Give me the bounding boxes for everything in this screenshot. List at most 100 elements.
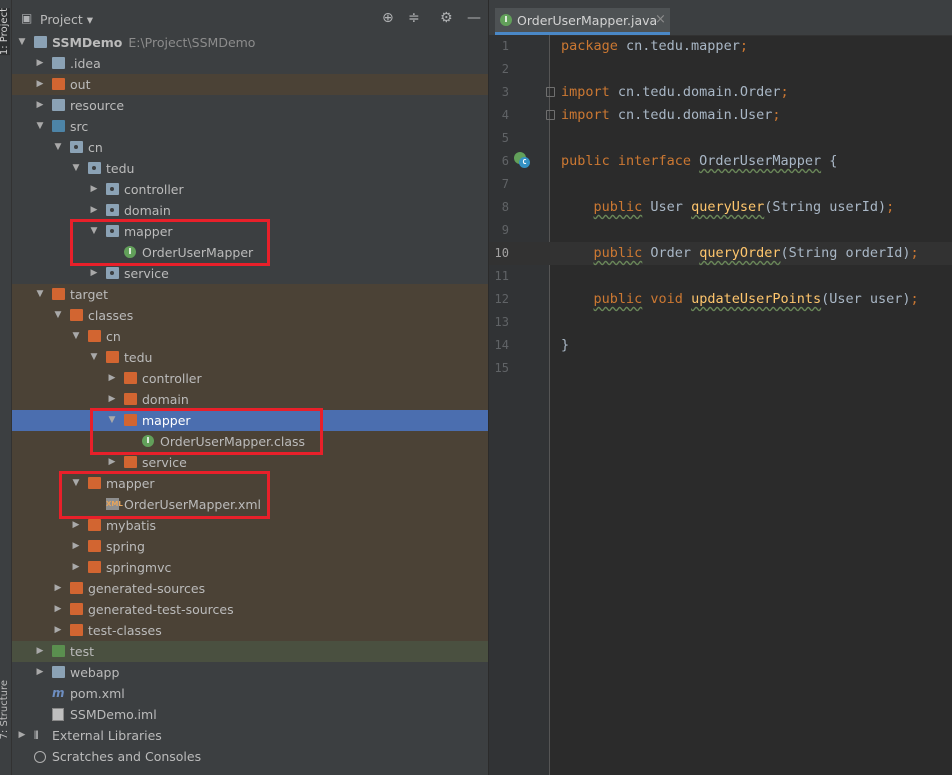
tree-item[interactable]: ▼ classes bbox=[12, 305, 488, 326]
tree-item[interactable]: ▶ controller bbox=[12, 179, 488, 200]
code-line[interactable]: 8 public User queryUser(String userId); bbox=[489, 196, 952, 219]
annotation-box-resource-mapper bbox=[59, 471, 270, 519]
tree-item[interactable]: ▶ generated-test-sources bbox=[12, 599, 488, 620]
chevron-down-icon[interactable]: ▼ bbox=[35, 116, 45, 137]
chevron-down-icon[interactable]: ▼ bbox=[71, 158, 81, 179]
tree-item[interactable]: ▶ controller bbox=[12, 368, 488, 389]
editor-tab-ordermapper[interactable]: I OrderUserMapper.java × bbox=[495, 8, 670, 35]
tree-item[interactable]: ▶ test-classes bbox=[12, 620, 488, 641]
chevron-right-icon[interactable]: ▶ bbox=[53, 578, 63, 599]
chevron-right-icon[interactable]: ▶ bbox=[107, 452, 117, 473]
editor-tab-bar: I OrderUserMapper.java × bbox=[489, 0, 952, 36]
chevron-right-icon[interactable]: ▶ bbox=[53, 620, 63, 641]
code-line[interactable]: 7 bbox=[489, 173, 952, 196]
line-number: 3 bbox=[501, 85, 509, 99]
test-folder-icon bbox=[52, 645, 65, 657]
chevron-right-icon[interactable]: ▶ bbox=[89, 200, 99, 221]
editor-tab-label: OrderUserMapper.java bbox=[517, 13, 658, 28]
tree-item[interactable]: ▶ .idea bbox=[12, 53, 488, 74]
tree-item[interactable]: m pom.xml bbox=[12, 683, 488, 704]
tree-item[interactable]: ▶ springmvc bbox=[12, 557, 488, 578]
chevron-right-icon[interactable]: ▶ bbox=[71, 557, 81, 578]
excluded-folder-icon bbox=[52, 78, 65, 90]
tree-item[interactable]: ▶ out bbox=[12, 74, 488, 95]
tree-item[interactable]: ▶ service bbox=[12, 452, 488, 473]
chevron-down-icon[interactable]: ▼ bbox=[89, 347, 99, 368]
chevron-right-icon[interactable]: ▶ bbox=[89, 263, 99, 284]
tree-item[interactable]: SSMDemo.iml bbox=[12, 704, 488, 725]
code-line[interactable]: 4 import cn.tedu.domain.User; bbox=[489, 104, 952, 127]
code-line[interactable]: 2 bbox=[489, 58, 952, 81]
tree-item[interactable]: ▼ target bbox=[12, 284, 488, 305]
code-text: import cn.tedu.domain.User; bbox=[561, 107, 781, 123]
code-line[interactable]: 5 bbox=[489, 127, 952, 150]
tree-item[interactable]: ▶ webapp bbox=[12, 662, 488, 683]
code-line[interactable]: 15 bbox=[489, 357, 952, 380]
chevron-right-icon[interactable]: ▶ bbox=[89, 179, 99, 200]
tree-item[interactable]: ▼ tedu bbox=[12, 158, 488, 179]
chevron-down-icon[interactable]: ▼ bbox=[35, 284, 45, 305]
structure-tool-tab[interactable]: 7: Structure bbox=[0, 680, 10, 739]
chevron-right-icon[interactable]: ▶ bbox=[107, 389, 117, 410]
code-line[interactable]: 14} bbox=[489, 334, 952, 357]
tree-item[interactable]: ▼ cn bbox=[12, 326, 488, 347]
tree-item[interactable]: ▶ domain bbox=[12, 389, 488, 410]
chevron-right-icon[interactable]: ▶ bbox=[35, 662, 45, 683]
folder-icon bbox=[52, 666, 65, 678]
tree-item-label: service bbox=[124, 266, 169, 281]
project-view-selector[interactable]: Project ▾ bbox=[40, 12, 93, 27]
code-line[interactable]: 1 package cn.tedu.mapper; bbox=[489, 35, 952, 58]
chevron-right-icon[interactable]: ▶ bbox=[35, 95, 45, 116]
tree-item-label: spring bbox=[106, 539, 145, 554]
line-number: 15 bbox=[494, 361, 509, 375]
chevron-right-icon[interactable]: ▶ bbox=[53, 599, 63, 620]
tree-item[interactable]: ▼ SSMDemo E:\Project\SSMDemo bbox=[12, 32, 488, 53]
code-text: import cn.tedu.domain.Order; bbox=[561, 84, 789, 100]
code-area[interactable]: 1 package cn.tedu.mapper; 2 3 import cn.tedu… bbox=[489, 35, 952, 380]
tree-item[interactable]: ▶ domain bbox=[12, 200, 488, 221]
tree-item[interactable]: ▶ spring bbox=[12, 536, 488, 557]
crosshair-icon[interactable]: ⊕ bbox=[382, 10, 394, 26]
code-line[interactable]: 11 bbox=[489, 265, 952, 288]
code-line[interactable]: 3 import cn.tedu.domain.Order; bbox=[489, 81, 952, 104]
tree-item[interactable]: ▶ generated-sources bbox=[12, 578, 488, 599]
fold-marker-icon[interactable] bbox=[546, 110, 555, 120]
minimize-icon[interactable]: — bbox=[467, 10, 481, 26]
code-line[interactable]: 9 bbox=[489, 219, 952, 242]
chevron-right-icon[interactable]: ▶ bbox=[107, 368, 117, 389]
tree-item[interactable]: ▼ src bbox=[12, 116, 488, 137]
excluded-folder-icon bbox=[52, 288, 65, 300]
tree-item[interactable]: ▶ resource bbox=[12, 95, 488, 116]
tree-item[interactable]: ▶ service bbox=[12, 263, 488, 284]
chevron-right-icon[interactable]: ▶ bbox=[71, 536, 81, 557]
chevron-down-icon[interactable]: ▼ bbox=[53, 137, 63, 158]
chevron-right-icon[interactable]: ▶ bbox=[35, 641, 45, 662]
code-line[interactable]: 12 public void updateUserPoints(User use… bbox=[489, 288, 952, 311]
chevron-right-icon[interactable]: ▶ bbox=[17, 725, 27, 746]
chevron-down-icon[interactable]: ▼ bbox=[53, 305, 63, 326]
project-tool-tab[interactable]: 1: Project bbox=[0, 8, 10, 56]
chevron-down-icon[interactable]: ▼ bbox=[17, 32, 27, 53]
chevron-down-icon[interactable]: ▼ bbox=[71, 326, 81, 347]
chevron-right-icon[interactable]: ▶ bbox=[35, 53, 45, 74]
tree-item-label: tedu bbox=[106, 161, 135, 176]
tree-item[interactable]: ▶ test bbox=[12, 641, 488, 662]
project-tree: ▼ SSMDemo E:\Project\SSMDemo ▶ .idea ▶ out ▶ res… bbox=[12, 32, 488, 767]
package-icon bbox=[106, 183, 119, 195]
chevron-right-icon[interactable]: ▶ bbox=[35, 74, 45, 95]
tree-item[interactable]: Scratches and Consoles bbox=[12, 746, 488, 767]
code-text: public User queryUser(String userId); bbox=[593, 199, 895, 215]
fold-marker-icon[interactable] bbox=[546, 87, 555, 97]
code-line[interactable]: 6 Cpublic interface OrderUserMapper { bbox=[489, 150, 952, 173]
tree-item[interactable]: ▼ tedu bbox=[12, 347, 488, 368]
module-folder-icon bbox=[34, 36, 47, 48]
collapse-icon[interactable]: ≑ bbox=[408, 10, 420, 26]
tree-item[interactable]: ▶ ⫴ External Libraries bbox=[12, 725, 488, 746]
implemented-by-icon[interactable]: C bbox=[514, 152, 531, 169]
tree-item[interactable]: ▼ cn bbox=[12, 137, 488, 158]
gear-icon[interactable]: ⚙ bbox=[440, 10, 453, 26]
code-line[interactable]: 13 bbox=[489, 311, 952, 334]
tree-item-label: .idea bbox=[70, 56, 101, 71]
code-line[interactable]: 10 public Order queryOrder(String orderI… bbox=[489, 242, 952, 265]
close-icon[interactable]: × bbox=[655, 12, 666, 27]
